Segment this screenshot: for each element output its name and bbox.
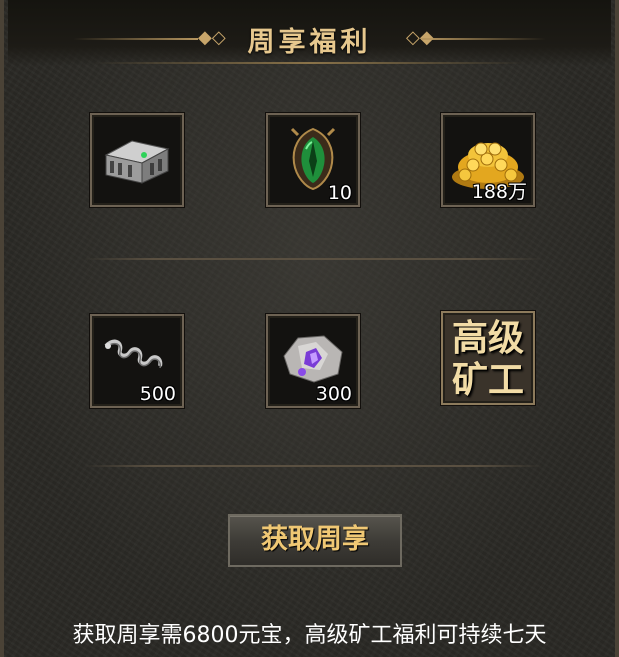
item-slot-senior-miner[interactable]: 高级 矿工 [440,310,536,406]
crystal-count: 300 [315,383,352,405]
title-underline [94,62,525,64]
row-divider [84,258,543,260]
item-slot-chest[interactable] [89,112,185,208]
weekly-benefit-panel: ◆◇ 周享福利 ◇◆ 10 188万 500 300 高级 矿工 获取周享 获取… [0,0,619,657]
row-divider [84,465,543,467]
senior-miner-label: 高级 矿工 [443,317,533,401]
get-weekly-benefit-button[interactable]: 获取周享 [228,514,402,567]
senior-miner-line-1: 高级 [451,317,524,359]
treasure-chest-icon [104,140,170,184]
gold-count: 188万 [471,181,527,203]
item-slot-gem[interactable]: 10 [265,112,361,208]
item-slot-crystal[interactable]: 300 [265,313,361,409]
benefit-info-text: 获取周享需6800元宝，高级矿工福利可持续七天 [72,623,547,648]
title-bar: ◆◇ 周享福利 ◇◆ [8,0,611,66]
spring-count: 500 [139,383,176,405]
gem-count: 10 [327,182,352,204]
title-line-right [421,38,546,40]
senior-miner-line-2: 矿工 [451,359,524,401]
item-slot-spring[interactable]: 500 [89,313,185,409]
item-slot-gold[interactable]: 188万 [440,112,536,208]
